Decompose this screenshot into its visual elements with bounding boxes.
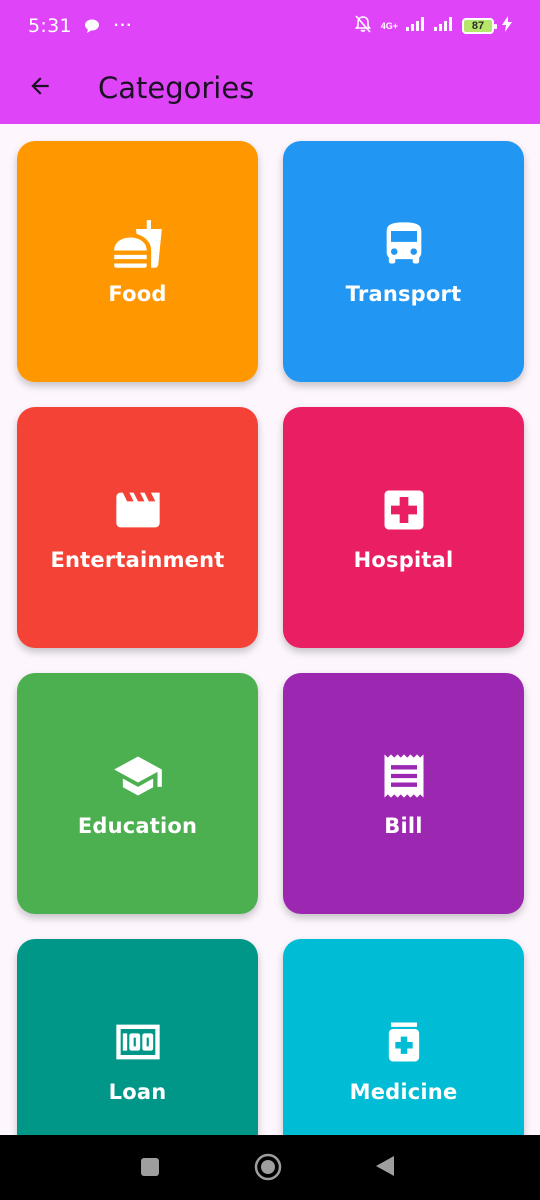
- home-button[interactable]: [252, 1153, 284, 1185]
- category-label: Entertainment: [50, 547, 225, 572]
- back-button[interactable]: [0, 52, 80, 124]
- page-title: Categories: [98, 71, 255, 105]
- clapperboard-icon: [112, 484, 164, 536]
- system-nav-bar: [0, 1135, 540, 1200]
- arrow-back-icon: [27, 73, 53, 104]
- category-card-transport[interactable]: Transport: [283, 141, 524, 382]
- graduation-cap-icon: [112, 750, 164, 802]
- signal-icon: [406, 16, 426, 36]
- triangle-back-icon: [374, 1154, 396, 1183]
- chat-bubble-icon: [84, 19, 100, 33]
- category-label: Loan: [108, 1079, 167, 1104]
- category-card-entertainment[interactable]: Entertainment: [17, 407, 258, 648]
- category-label: Education: [77, 813, 198, 838]
- category-card-food[interactable]: Food: [17, 141, 258, 382]
- recents-button[interactable]: [138, 1157, 162, 1181]
- home-circle-icon: [254, 1153, 282, 1186]
- app-bar: Categories: [0, 52, 540, 124]
- category-label: Food: [108, 281, 167, 306]
- medication-icon: [378, 1016, 430, 1068]
- category-label: Bill: [384, 813, 423, 838]
- status-bar: 5:31 ··· 4G+ 87: [0, 0, 540, 52]
- category-card-medicine[interactable]: Medicine: [283, 939, 524, 1135]
- more-notifications-icon: ···: [113, 17, 133, 34]
- category-card-education[interactable]: Education: [17, 673, 258, 914]
- status-icons: 4G+ 87: [353, 14, 512, 39]
- back-nav-button[interactable]: [372, 1155, 398, 1181]
- square-icon: [140, 1157, 160, 1182]
- charging-icon: [502, 15, 512, 37]
- category-card-bill[interactable]: Bill: [283, 673, 524, 914]
- signal-icon-2: [434, 16, 454, 36]
- category-label: Medicine: [349, 1079, 458, 1104]
- mute-bell-icon: [353, 14, 373, 39]
- battery-icon: 87: [462, 18, 497, 34]
- bus-icon: [378, 218, 430, 270]
- network-type: 4G+: [380, 20, 398, 31]
- battery-level: 87: [471, 20, 485, 32]
- fastfood-icon: [112, 218, 164, 270]
- category-label: Hospital: [353, 547, 454, 572]
- category-grid: Food Transport Entertainment Hospital Ed…: [0, 124, 540, 1135]
- category-label: Transport: [345, 281, 462, 306]
- money-icon: [112, 1016, 164, 1068]
- status-time: 5:31: [28, 15, 72, 37]
- category-card-hospital[interactable]: Hospital: [283, 407, 524, 648]
- hospital-icon: [378, 484, 430, 536]
- category-card-loan[interactable]: Loan: [17, 939, 258, 1135]
- receipt-icon: [378, 750, 430, 802]
